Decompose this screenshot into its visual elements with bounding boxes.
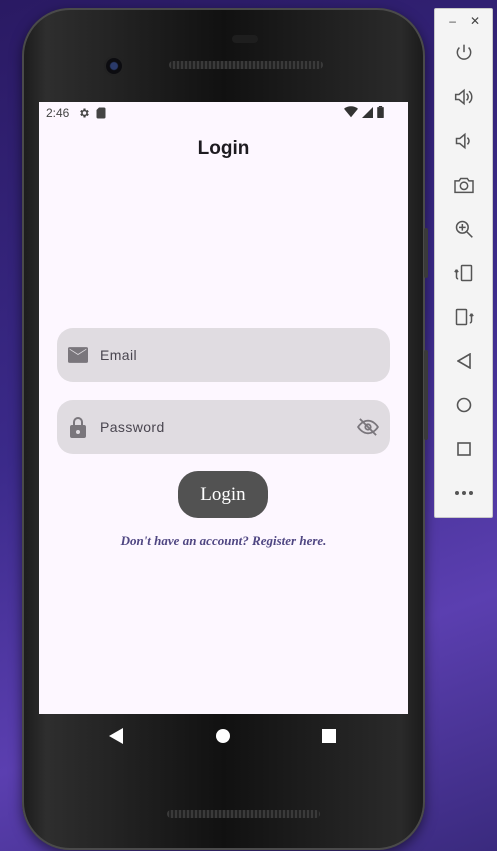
bottom-speaker bbox=[167, 810, 320, 818]
sd-card-icon bbox=[96, 107, 106, 119]
recents-icon[interactable] bbox=[320, 727, 338, 745]
visibility-off-icon[interactable] bbox=[357, 416, 379, 438]
front-camera-icon bbox=[106, 58, 122, 74]
overview-icon[interactable] bbox=[452, 437, 476, 461]
minimize-button[interactable]: – bbox=[449, 14, 456, 28]
status-time: 2:46 bbox=[46, 106, 70, 120]
register-link[interactable]: Don't have an account? Register here. bbox=[39, 533, 408, 549]
status-bar: 2:46 bbox=[39, 102, 408, 124]
volume-down-icon[interactable] bbox=[452, 129, 476, 153]
app-screen: 2:46 Login Email Password Login Don't ha… bbox=[39, 102, 408, 714]
rotate-right-icon[interactable] bbox=[452, 305, 476, 329]
more-icon[interactable] bbox=[452, 481, 476, 505]
volume-up-icon[interactable] bbox=[452, 85, 476, 109]
earpiece-speaker bbox=[169, 61, 323, 69]
close-button[interactable]: ✕ bbox=[470, 14, 480, 28]
navigation-bar bbox=[39, 714, 408, 758]
power-icon[interactable] bbox=[452, 41, 476, 65]
home-icon[interactable] bbox=[214, 727, 232, 745]
rotate-left-icon[interactable] bbox=[452, 261, 476, 285]
battery-icon bbox=[377, 106, 384, 118]
signal-icon bbox=[362, 106, 373, 118]
back-icon[interactable] bbox=[107, 727, 125, 745]
email-placeholder: Email bbox=[100, 347, 138, 363]
toolbar-window-controls: – ✕ bbox=[435, 9, 492, 33]
camera-icon[interactable] bbox=[452, 173, 476, 197]
back-icon[interactable] bbox=[452, 349, 476, 373]
status-right-icons bbox=[344, 106, 384, 118]
login-button[interactable]: Login bbox=[178, 471, 268, 518]
password-placeholder: Password bbox=[100, 419, 165, 435]
settings-icon bbox=[78, 107, 90, 119]
page-title: Login bbox=[197, 138, 250, 159]
email-field[interactable]: Email bbox=[57, 328, 390, 382]
home-icon[interactable] bbox=[452, 393, 476, 417]
zoom-icon[interactable] bbox=[452, 217, 476, 241]
phone-side-button bbox=[424, 228, 428, 278]
phone-side-button bbox=[424, 350, 428, 440]
emulator-toolbar: – ✕ bbox=[434, 8, 493, 518]
lock-icon bbox=[68, 416, 88, 438]
wifi-icon bbox=[344, 106, 358, 118]
password-field[interactable]: Password bbox=[57, 400, 390, 454]
proximity-sensor bbox=[232, 35, 258, 43]
email-icon bbox=[68, 345, 88, 365]
